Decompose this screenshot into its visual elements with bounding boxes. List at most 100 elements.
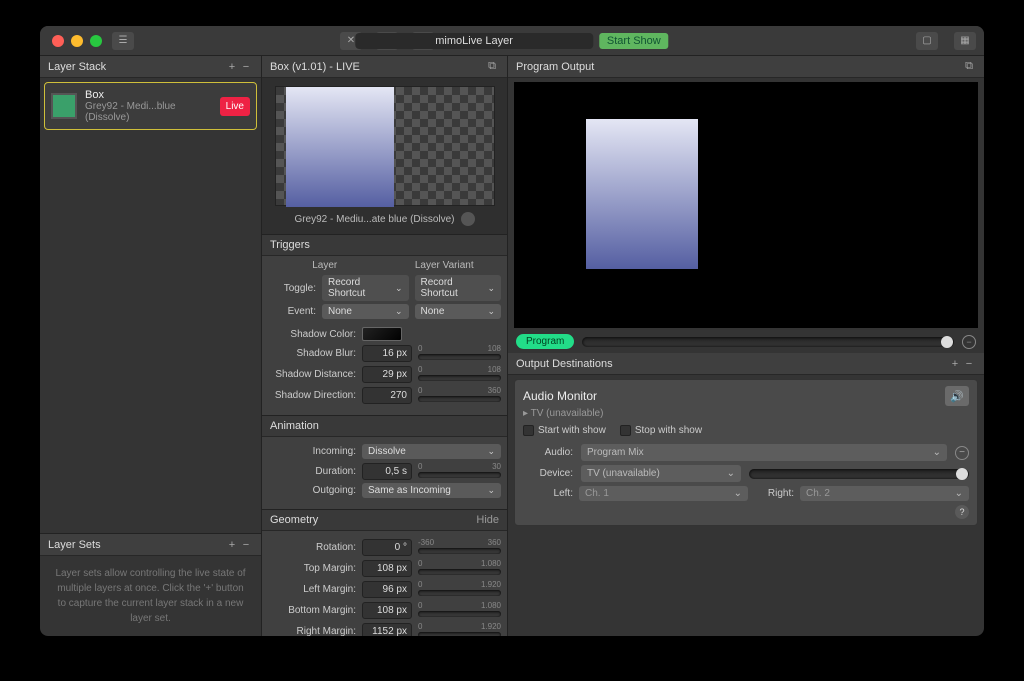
add-destination-button[interactable]: + (948, 358, 962, 370)
start-show-button[interactable]: Start Show (599, 33, 669, 49)
bottom-margin-input[interactable]: 108 px (362, 602, 412, 619)
duration-input[interactable]: 0,5 s (362, 463, 412, 480)
remove-layer-button[interactable]: − (239, 61, 253, 73)
layer-item-title: Box (85, 89, 212, 101)
titlebar: ☰ ✕ ▷ ▣ mimoLive Layer Start Show ▢ ▦ (40, 26, 984, 56)
left-margin-label: Left Margin: (268, 584, 356, 595)
close-window-button[interactable] (52, 35, 64, 47)
program-popout-button[interactable]: ⧉ (962, 60, 976, 73)
rotation-slider[interactable] (418, 548, 501, 554)
bottom-margin-label: Bottom Margin: (268, 605, 356, 616)
add-layer-button[interactable]: + (225, 61, 239, 73)
preview-popout-button[interactable]: ⧉ (485, 60, 499, 73)
app-window: ☰ ✕ ▷ ▣ mimoLive Layer Start Show ▢ ▦ La… (40, 26, 984, 636)
animation-section-header: Animation (262, 415, 507, 437)
audio-label: Audio: (523, 447, 573, 458)
program-output-header: Program Output ⧉ (508, 56, 984, 78)
audio-device-subtitle: TV (unavailable) (531, 408, 604, 419)
incoming-label: Incoming: (268, 446, 356, 457)
layer-item[interactable]: Box Grey92 - Medi...blue (Dissolve) Live (44, 82, 257, 130)
device-volume-slider[interactable] (749, 469, 969, 479)
window-controls (52, 35, 102, 47)
sidebar-toggle-button[interactable]: ☰ (112, 32, 134, 50)
panel-toggle-a-button[interactable]: ▢ (916, 32, 938, 50)
layer-live-badge[interactable]: Live (220, 97, 250, 116)
program-output-canvas (514, 82, 978, 328)
toggle-layer-shortcut[interactable]: Record Shortcut (322, 275, 409, 301)
device-select[interactable]: TV (unavailable) (581, 465, 741, 482)
shadow-blur-label: Shadow Blur: (268, 348, 356, 359)
shadow-distance-label: Shadow Distance: (268, 369, 356, 380)
rotation-input[interactable]: 0 ° (362, 539, 412, 556)
audio-monitor-title: Audio Monitor (523, 389, 597, 403)
bottom-margin-slider[interactable] (418, 611, 501, 617)
rotation-label: Rotation: (268, 542, 356, 553)
top-margin-slider[interactable] (418, 569, 501, 575)
right-margin-slider[interactable] (418, 632, 501, 636)
preview-box-shape (286, 87, 394, 207)
layer-sets-title: Layer Sets (48, 539, 101, 551)
layer-stack-title: Layer Stack (48, 61, 106, 73)
preview-caption: Grey92 - Mediu...ate blue (Dissolve) (294, 214, 454, 225)
event-variant-select[interactable]: None (415, 304, 502, 319)
remove-destination-button[interactable]: − (962, 358, 976, 370)
right-margin-label: Right Margin: (268, 626, 356, 637)
shadow-blur-slider[interactable] (418, 354, 501, 360)
event-layer-select[interactable]: None (322, 304, 409, 319)
geometry-hide-button[interactable]: Hide (476, 514, 499, 526)
layer-sets-help-text: Layer sets allow controlling the live st… (40, 556, 261, 636)
top-margin-label: Top Margin: (268, 563, 356, 574)
variant-settings-button[interactable] (461, 212, 475, 226)
duration-slider[interactable] (418, 472, 501, 478)
audio-monitor-speaker-button[interactable]: 🔊 (945, 386, 969, 406)
left-channel-select[interactable]: Ch. 1 (579, 486, 748, 501)
minimize-window-button[interactable] (71, 35, 83, 47)
top-margin-input[interactable]: 108 px (362, 560, 412, 577)
shadow-direction-label: Shadow Direction: (268, 390, 356, 401)
shadow-distance-slider[interactable] (418, 375, 501, 381)
panel-toggle-b-button[interactable]: ▦ (954, 32, 976, 50)
left-margin-slider[interactable] (418, 590, 501, 596)
toggle-label: Toggle: (268, 283, 316, 294)
add-layerset-button[interactable]: + (225, 539, 239, 551)
left-channel-label: Left: (523, 488, 573, 499)
right-channel-select[interactable]: Ch. 2 (800, 486, 969, 501)
outgoing-select[interactable]: Same as Incoming (362, 483, 501, 498)
shadow-direction-slider[interactable] (418, 396, 501, 402)
shadow-direction-input[interactable]: 270 (362, 387, 412, 404)
layer-preview-header: Box (v1.01) - LIVE ⧉ (262, 56, 507, 78)
layer-preview-area: Grey92 - Mediu...ate blue (Dissolve) (262, 78, 507, 234)
audio-source-select[interactable]: Program Mix (581, 444, 947, 461)
document-title[interactable]: mimoLive Layer (355, 33, 593, 49)
remove-layerset-button[interactable]: − (239, 539, 253, 551)
stop-with-show-checkbox[interactable] (620, 425, 631, 436)
triggers-col-variant: Layer Variant (388, 260, 502, 271)
layer-sets-header: Layer Sets + − (40, 534, 261, 556)
left-margin-input[interactable]: 96 px (362, 581, 412, 598)
fullscreen-window-button[interactable] (90, 35, 102, 47)
toggle-variant-shortcut[interactable]: Record Shortcut (415, 275, 502, 301)
triggers-col-layer: Layer (268, 260, 382, 271)
shadow-distance-input[interactable]: 29 px (362, 366, 412, 383)
start-with-show-checkbox[interactable] (523, 425, 534, 436)
program-mute-button[interactable]: − (962, 335, 976, 349)
audio-monitor-panel: Audio Monitor 🔊 ▸ TV (unavailable) Start… (514, 379, 978, 526)
outgoing-label: Outgoing: (268, 485, 356, 496)
right-margin-input[interactable]: 1152 px (362, 623, 412, 637)
shadow-color-swatch[interactable] (362, 327, 402, 341)
shadow-color-label: Shadow Color: (268, 329, 356, 340)
geometry-section-header: Geometry Hide (262, 509, 507, 531)
incoming-select[interactable]: Dissolve (362, 444, 501, 459)
duration-label: Duration: (268, 466, 356, 477)
program-pill[interactable]: Program (516, 334, 574, 349)
preview-canvas[interactable] (275, 86, 495, 206)
layer-stack-header: Layer Stack + − (40, 56, 261, 78)
layer-preview-title: Box (v1.01) - LIVE (270, 61, 360, 73)
program-box-shape (586, 119, 698, 269)
audio-remove-button[interactable]: − (955, 446, 969, 460)
program-volume-slider[interactable] (582, 337, 954, 347)
output-destinations-header: Output Destinations + − (508, 353, 984, 375)
audio-help-button[interactable]: ? (955, 505, 969, 519)
shadow-blur-input[interactable]: 16 px (362, 345, 412, 362)
right-channel-label: Right: (754, 488, 794, 499)
